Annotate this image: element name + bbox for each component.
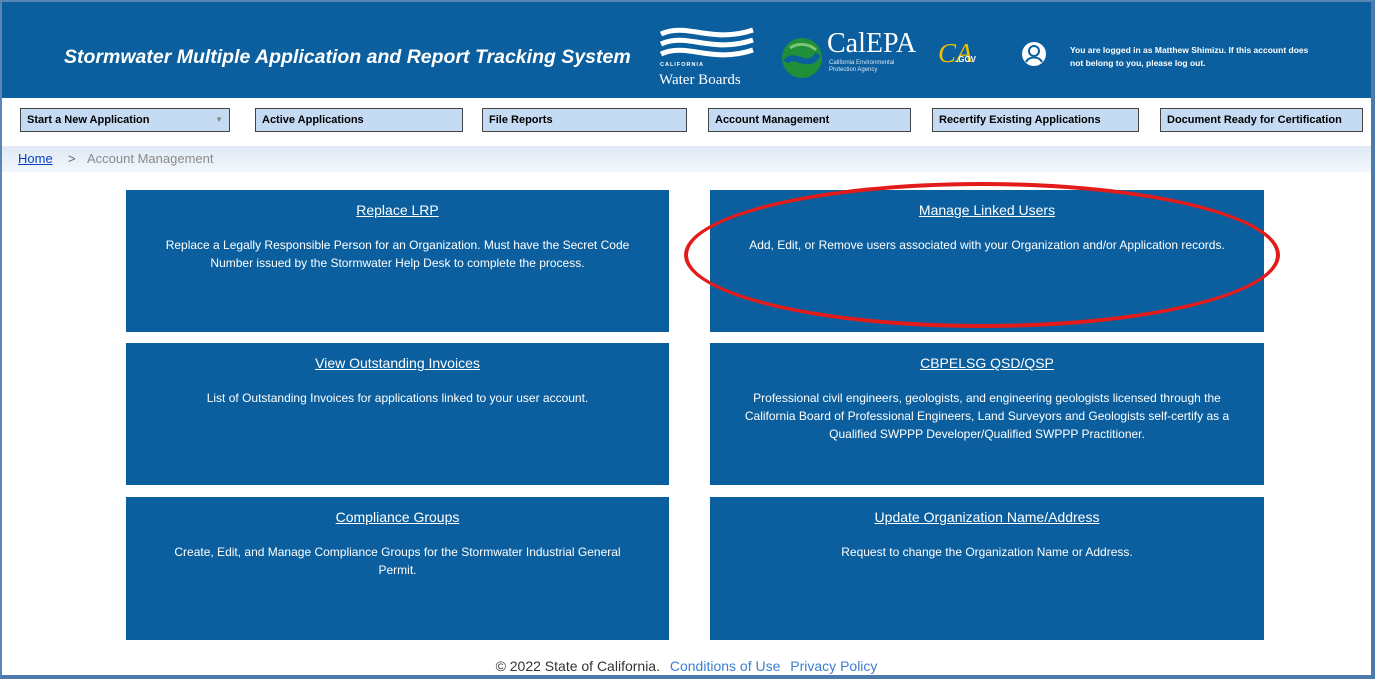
water-boards-small-label: CALIFORNIA	[660, 62, 704, 68]
nav-file-reports[interactable]: File Reports	[482, 108, 687, 132]
tile-description: Replace a Legally Responsible Person for…	[165, 238, 630, 270]
chevron-right-icon: >	[68, 151, 76, 166]
nav-label: Document Ready for Certification	[1167, 114, 1342, 126]
app-title: Stormwater Multiple Application and Repo…	[64, 46, 631, 68]
tile-description: Create, Edit, and Manage Compliance Grou…	[174, 545, 621, 577]
calepa-logo[interactable]: CalEPA California Environmental Protecti…	[780, 28, 920, 90]
browser-frame: Stormwater Multiple Application and Repo…	[0, 0, 1375, 679]
nav-label: Account Management	[715, 114, 830, 126]
dropdown-arrow-icon: ▼	[215, 115, 223, 124]
ca-gov-label: .GOV	[956, 55, 977, 64]
site-header: Stormwater Multiple Application and Repo…	[2, 2, 1371, 98]
tile-view-outstanding-invoices[interactable]: View Outstanding Invoices List of Outsta…	[126, 343, 669, 485]
nav-recertify-existing-applications[interactable]: Recertify Existing Applications	[932, 108, 1139, 132]
water-boards-logo[interactable]: CALIFORNIA Water Boards	[657, 24, 762, 92]
site-footer: © 2022 State of California. Conditions o…	[2, 658, 1371, 674]
breadcrumb-current: Account Management	[87, 151, 214, 166]
ca-gov-mark: CA	[938, 38, 973, 68]
tile-description: List of Outstanding Invoices for applica…	[206, 391, 589, 405]
conditions-of-use-link[interactable]: Conditions of Use	[670, 658, 781, 674]
copyright-text: © 2022 State of California.	[495, 658, 660, 674]
nav-active-applications[interactable]: Active Applications	[255, 108, 463, 132]
tile-description: Add, Edit, or Remove users associated wi…	[749, 238, 1225, 252]
tile-compliance-groups[interactable]: Compliance Groups Create, Edit, and Mana…	[126, 497, 669, 640]
tile-description: Request to change the Organization Name …	[841, 545, 1133, 559]
user-avatar-icon[interactable]	[1021, 41, 1047, 67]
privacy-policy-link[interactable]: Privacy Policy	[790, 658, 877, 674]
nav-document-ready-for-certification[interactable]: Document Ready for Certification	[1160, 108, 1363, 132]
tile-title-link[interactable]: Replace LRP	[156, 202, 639, 218]
breadcrumb: Home > Account Management	[2, 146, 1371, 172]
ca-gov-logo[interactable]: CA .GOV	[938, 38, 988, 76]
nav-label: File Reports	[489, 114, 553, 126]
tile-title-link[interactable]: Update Organization Name/Address	[740, 509, 1234, 525]
tile-title-link[interactable]: CBPELSG QSD/QSP	[740, 355, 1234, 371]
tile-title-link[interactable]: Manage Linked Users	[740, 202, 1234, 218]
nav-account-management[interactable]: Account Management	[708, 108, 911, 132]
nav-label: Recertify Existing Applications	[939, 114, 1101, 126]
tile-description: Professional civil engineers, geologists…	[744, 391, 1230, 441]
breadcrumb-home-link[interactable]: Home	[18, 146, 53, 172]
nav-start-new-application[interactable]: Start a New Application ▼	[20, 108, 230, 132]
main-nav: Start a New Application ▼ Active Applica…	[2, 98, 1371, 146]
calepa-label: CalEPA	[827, 28, 917, 59]
login-message: You are logged in as Matthew Shimizu. If…	[1070, 45, 1309, 68]
water-boards-label: Water Boards	[659, 72, 741, 88]
nav-label: Start a New Application	[27, 114, 150, 126]
calepa-subtitle: California Environmental Protection Agen…	[829, 60, 895, 73]
tile-cbpelsg-qsd-qsp[interactable]: CBPELSG QSD/QSP Professional civil engin…	[710, 343, 1264, 485]
tile-title-link[interactable]: Compliance Groups	[156, 509, 639, 525]
tile-replace-lrp[interactable]: Replace LRP Replace a Legally Responsibl…	[126, 190, 669, 332]
water-waves-icon	[659, 27, 754, 58]
tile-manage-linked-users[interactable]: Manage Linked Users Add, Edit, or Remove…	[710, 190, 1264, 332]
calepa-globe-icon	[782, 38, 822, 78]
tile-update-organization-name-address[interactable]: Update Organization Name/Address Request…	[710, 497, 1264, 640]
tile-title-link[interactable]: View Outstanding Invoices	[156, 355, 639, 371]
nav-label: Active Applications	[262, 114, 364, 126]
